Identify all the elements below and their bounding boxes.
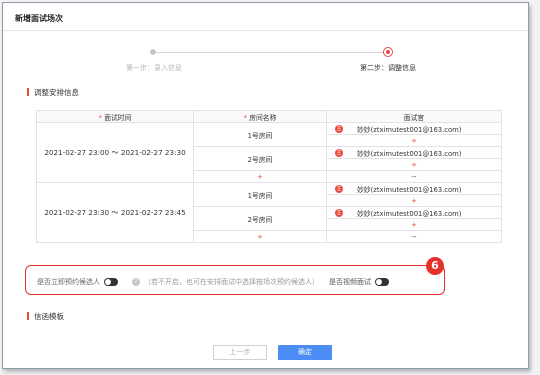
reserve-candidates-toggle[interactable] bbox=[104, 278, 118, 286]
previous-step-button[interactable]: 上一步 bbox=[213, 345, 267, 360]
lead-examiner-badge: 主 bbox=[335, 208, 343, 217]
add-room-button[interactable]: + bbox=[193, 230, 327, 243]
examiner-name: 妙妙(ztximutest001@163.com) bbox=[357, 185, 462, 194]
add-examiner-button[interactable]: + bbox=[326, 158, 502, 171]
step1-label: 第一步：录入信息 bbox=[126, 64, 182, 72]
room-name-cell: 1号房间 bbox=[193, 122, 327, 147]
time-slot-cell: 2021-02-27 23:30 ～ 2021-02-27 23:45 bbox=[36, 182, 194, 243]
options-row: 是否立即预约候选人 ? （若不开启，也可在安排面试中选择按场次预约候选人） 是否… bbox=[37, 275, 389, 289]
empty-examiner-cell: -- bbox=[326, 230, 502, 243]
empty-examiner-cell: -- bbox=[326, 170, 502, 183]
header-examiner: 面试官 bbox=[326, 110, 502, 123]
new-interview-session-dialog: 新增面试场次 第一步：录入信息 第二步：调整信息 调整安排信息 * 面试时间 *… bbox=[2, 2, 529, 369]
time-slot-cell: 2021-02-27 23:00 ～ 2021-02-27 23:30 bbox=[36, 122, 194, 183]
lead-examiner-badge: 主 bbox=[335, 184, 343, 193]
add-examiner-button[interactable]: + bbox=[326, 218, 502, 231]
reserve-hint-text: （若不开启，也可在安排面试中选择按场次预约候选人） bbox=[144, 278, 319, 286]
step2-active-dot-icon bbox=[383, 47, 393, 57]
header-room: * 房间名称 bbox=[193, 110, 327, 123]
lead-examiner-badge: 主 bbox=[335, 148, 343, 157]
video-interview-label: 是否视频面试 bbox=[329, 278, 371, 286]
section-arrange-heading: 调整安排信息 bbox=[27, 87, 79, 98]
help-icon[interactable]: ? bbox=[132, 278, 140, 286]
room-name-cell: 2号房间 bbox=[193, 206, 327, 231]
step1-dot-icon bbox=[150, 49, 156, 55]
add-examiner-button[interactable]: + bbox=[326, 194, 502, 207]
table-header-row: * 面试时间 * 房间名称 面试官 bbox=[36, 110, 502, 123]
step-indicator: 第一步：录入信息 第二步：调整信息 bbox=[3, 43, 530, 85]
table-row: 2021-02-27 23:00 ～ 2021-02-27 23:30 1号房间… bbox=[36, 122, 502, 183]
examiner-cell: 主 妙妙(ztximutest001@163.com) bbox=[326, 206, 502, 219]
confirm-button[interactable]: 确定 bbox=[278, 345, 332, 360]
reserve-candidates-label: 是否立即预约候选人 bbox=[37, 278, 100, 286]
examiner-name: 妙妙(ztximutest001@163.com) bbox=[357, 149, 462, 158]
video-interview-toggle[interactable] bbox=[375, 278, 389, 286]
lead-examiner-badge: 主 bbox=[335, 124, 343, 133]
add-room-button[interactable]: + bbox=[193, 170, 327, 183]
title-divider bbox=[3, 30, 528, 31]
arrangement-table: * 面试时间 * 房间名称 面试官 2021-02-27 23:00 ～ 202… bbox=[36, 110, 502, 243]
room-name-cell: 2号房间 bbox=[193, 146, 327, 171]
examiner-cell: 主 妙妙(ztximutest001@163.com) bbox=[326, 146, 502, 159]
header-time: * 面试时间 bbox=[36, 110, 194, 123]
examiner-name: 妙妙(ztximutest001@163.com) bbox=[357, 125, 462, 134]
add-examiner-button[interactable]: + bbox=[326, 134, 502, 147]
dialog-title: 新增面试场次 bbox=[15, 14, 63, 23]
examiner-name: 妙妙(ztximutest001@163.com) bbox=[357, 209, 462, 218]
examiner-cell: 主 妙妙(ztximutest001@163.com) bbox=[326, 182, 502, 195]
examiner-cell: 主 妙妙(ztximutest001@163.com) bbox=[326, 122, 502, 135]
step2-label: 第二步：调整信息 bbox=[360, 64, 416, 72]
annotation-step-badge: 6 bbox=[426, 257, 444, 275]
room-name-cell: 1号房间 bbox=[193, 182, 327, 207]
table-row: 2021-02-27 23:30 ～ 2021-02-27 23:45 1号房间… bbox=[36, 182, 502, 243]
section-letter-heading: 信函模板 bbox=[27, 311, 64, 322]
step-connector bbox=[153, 52, 387, 53]
